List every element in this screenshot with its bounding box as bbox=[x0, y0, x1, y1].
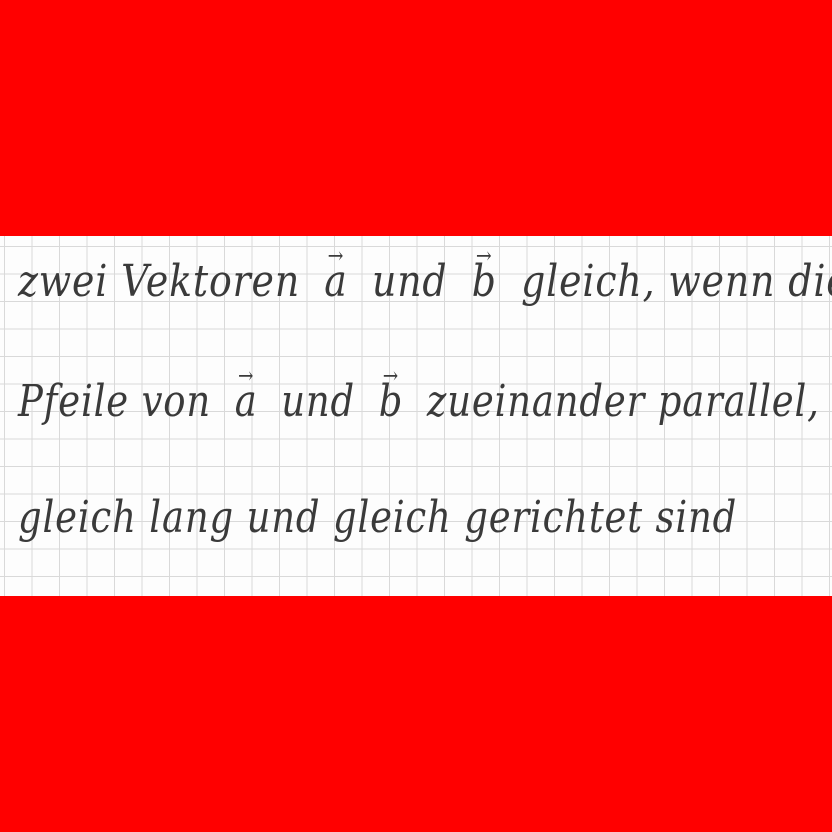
vector-arrow-icon: → bbox=[327, 244, 345, 270]
handwriting-line-1: zwei Vektoren → a und → b gleich, wenn die bbox=[18, 246, 832, 307]
line-3-text: gleich lang und gleich gerichtet sind bbox=[18, 492, 738, 543]
line-1-text-start: zwei Vektoren bbox=[18, 256, 301, 307]
line-1-text-middle: und bbox=[371, 256, 448, 307]
red-band-top bbox=[0, 0, 832, 236]
vector-arrow-icon: → bbox=[237, 364, 255, 390]
line-2-text-end: zueinander parallel, bbox=[426, 376, 820, 427]
handwriting-line-2: Pfeile von → a und → b zueinander parallel… bbox=[18, 366, 820, 427]
vector-arrow-icon: → bbox=[475, 244, 493, 270]
line-2-text-start: Pfeile von bbox=[18, 376, 212, 427]
line-1-text-end: gleich, wenn die bbox=[521, 256, 832, 307]
vector-b: → b bbox=[472, 246, 497, 307]
vector-a: → a bbox=[324, 246, 347, 307]
vector-a: → a bbox=[235, 366, 258, 427]
graph-paper: zwei Vektoren → a und → b gleich, wenn die… bbox=[0, 236, 832, 596]
vector-b: → b bbox=[379, 366, 404, 427]
red-band-bottom bbox=[0, 596, 832, 832]
line-2-text-middle: und bbox=[281, 376, 356, 427]
vector-arrow-icon: → bbox=[382, 364, 400, 390]
handwriting-line-3: gleich lang und gleich gerichtet sind bbox=[18, 492, 737, 543]
